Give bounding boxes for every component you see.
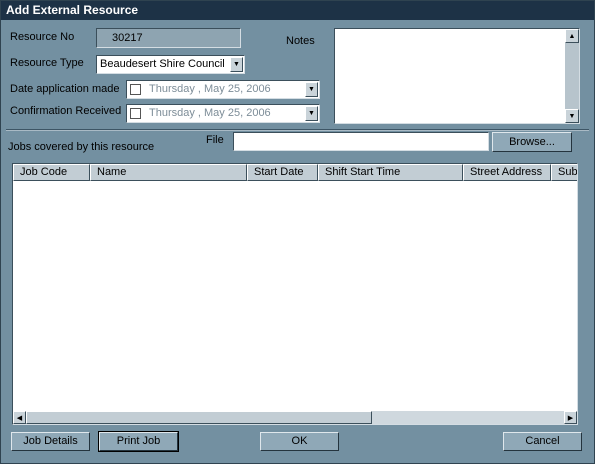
confirmation-received-picker[interactable]: Thursday , May 25, 2006 ▼	[126, 104, 320, 123]
resource-no-label: Resource No	[10, 31, 75, 43]
chevron-down-icon[interactable]: ▼	[305, 106, 318, 121]
column-sub[interactable]: Sub	[551, 164, 577, 181]
arrow-up-icon[interactable]: ▲	[565, 29, 579, 43]
column-job-code[interactable]: Job Code	[13, 164, 90, 181]
column-start-date[interactable]: Start Date	[247, 164, 318, 181]
date-application-label: Date application made	[10, 83, 120, 95]
resource-type-value: Beaudesert Shire Council	[100, 58, 225, 70]
notes-scrollbar[interactable]: ▲ ▼	[565, 29, 579, 123]
arrow-right-icon[interactable]: ▶	[564, 411, 577, 424]
date-application-picker[interactable]: Thursday , May 25, 2006 ▼	[126, 80, 320, 99]
file-input[interactable]	[233, 132, 489, 151]
jobs-covered-label: Jobs covered by this resource	[8, 141, 155, 153]
chevron-down-icon[interactable]: ▼	[230, 57, 243, 72]
grid-header: Job Code Name Start Date Shift Start Tim…	[13, 164, 577, 181]
window-title: Add External Resource	[1, 1, 594, 20]
column-name[interactable]: Name	[90, 164, 247, 181]
confirmation-received-label: Confirmation Received	[10, 105, 122, 117]
jobs-grid[interactable]: Job Code Name Start Date Shift Start Tim…	[12, 163, 578, 425]
add-external-resource-dialog: Add External Resource Resource No 30217 …	[0, 0, 595, 464]
notes-textarea[interactable]: ▲ ▼	[334, 28, 580, 124]
job-details-button[interactable]: Job Details	[11, 432, 90, 451]
column-shift-start-time[interactable]: Shift Start Time	[318, 164, 463, 181]
file-label: File	[206, 134, 224, 146]
cancel-button[interactable]: Cancel	[503, 432, 582, 451]
scrollbar-thumb[interactable]	[26, 411, 372, 424]
print-job-button[interactable]: Print Job	[98, 431, 179, 452]
confirmation-received-checkbox[interactable]	[130, 108, 141, 119]
arrow-down-icon[interactable]: ▼	[565, 109, 579, 123]
column-street-address[interactable]: Street Address	[463, 164, 551, 181]
browse-button[interactable]: Browse...	[492, 132, 572, 152]
confirmation-received-value: Thursday , May 25, 2006	[149, 107, 271, 119]
grid-horizontal-scrollbar[interactable]: ◀ ▶	[13, 411, 577, 424]
arrow-left-icon[interactable]: ◀	[13, 411, 26, 424]
separator	[6, 129, 589, 131]
ok-button[interactable]: OK	[260, 432, 339, 451]
notes-label: Notes	[286, 35, 315, 47]
resource-type-select[interactable]: Beaudesert Shire Council ▼	[96, 55, 245, 74]
chevron-down-icon[interactable]: ▼	[305, 82, 318, 97]
date-application-checkbox[interactable]	[130, 84, 141, 95]
resource-no-field: 30217	[96, 28, 241, 48]
date-application-value: Thursday , May 25, 2006	[149, 83, 271, 95]
resource-type-label: Resource Type	[10, 57, 84, 69]
